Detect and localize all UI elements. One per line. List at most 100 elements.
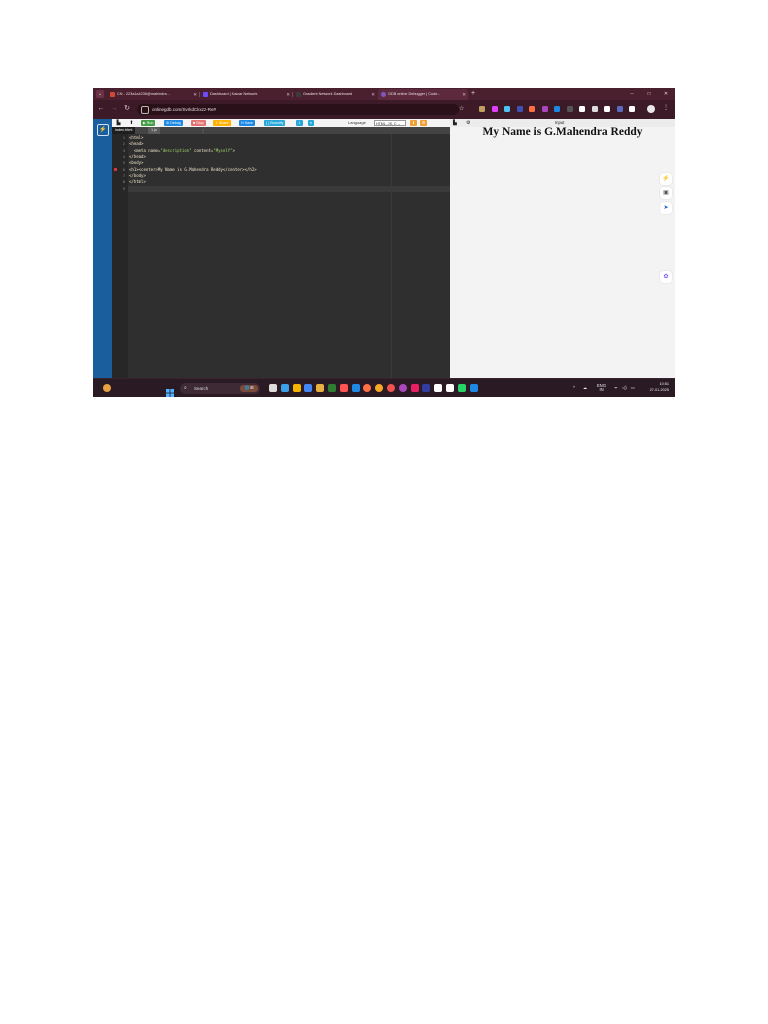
chrome-icon[interactable]: [387, 384, 395, 392]
send-icon[interactable]: ➤: [660, 202, 672, 214]
forward-icon[interactable]: →: [109, 104, 119, 114]
file-explorer-icon[interactable]: [269, 384, 277, 392]
chrome-icon[interactable]: [398, 384, 407, 392]
settings-gear-icon[interactable]: ⚙: [420, 120, 427, 126]
new-tab-button[interactable]: +: [471, 89, 479, 99]
download-menu-button[interactable]: ▾: [308, 120, 314, 126]
folder-icon[interactable]: [316, 384, 325, 392]
tab-kaizar-dashboard[interactable]: Dashboard | Kaizar Network ✕: [200, 89, 292, 100]
assistant-icon[interactable]: ✿: [660, 271, 672, 283]
maximize-button[interactable]: □: [644, 89, 654, 99]
site-info-icon[interactable]: [141, 106, 149, 114]
file-tab-index-html[interactable]: index.html: [112, 127, 136, 134]
extension-icon[interactable]: [491, 106, 498, 112]
office-icon[interactable]: [339, 384, 348, 392]
extension-icon[interactable]: [566, 106, 573, 112]
chrome-icon[interactable]: [375, 384, 384, 392]
code-editor[interactable]: 1 <html> 2 <head> 3 <meta name="description"…: [112, 134, 450, 378]
close-icon[interactable]: ✕: [371, 89, 375, 100]
gdb-icon: [381, 92, 386, 97]
close-icon[interactable]: ✕: [286, 89, 290, 100]
extension-icon[interactable]: [479, 106, 485, 112]
info-icon[interactable]: ℹ: [410, 120, 417, 126]
chrome-icon[interactable]: [363, 384, 372, 392]
line-number: 4: [122, 153, 125, 159]
file-tabs-menu-icon[interactable]: ⋮: [201, 127, 205, 134]
chrome-profile-icon[interactable]: [304, 384, 313, 392]
extension-icon[interactable]: [541, 106, 548, 112]
tab-gdb-online[interactable]: GDB online Debugger | Code... ✕: [378, 89, 468, 100]
close-window-button[interactable]: ✕: [661, 89, 671, 99]
app-icon[interactable]: [469, 384, 478, 392]
tab-search-icon[interactable]: ⌄: [96, 90, 104, 98]
minimize-button[interactable]: –: [627, 89, 637, 99]
code-line: <head>: [129, 141, 144, 147]
battery-icon[interactable]: ▭: [631, 384, 635, 392]
share-button[interactable]: ⇪ Share: [213, 120, 231, 126]
url-field[interactable]: onlinegdb.com/SvrkdCkxzz-Re#: [137, 104, 459, 115]
browser-menu-icon[interactable]: ⋮: [663, 104, 669, 111]
tab-gradient-dashboard[interactable]: Gradient Network Dashboard ✕: [293, 89, 377, 100]
extension-icon[interactable]: [591, 106, 598, 112]
code-line: </head>: [129, 153, 146, 159]
profile-avatar[interactable]: [647, 105, 655, 113]
extension-icon[interactable]: [516, 106, 523, 112]
debug-button[interactable]: ⚙ Debug: [164, 120, 183, 126]
search-highlight-badge: 🌐 ⊞: [240, 385, 258, 392]
extension-icon[interactable]: [554, 106, 560, 112]
close-icon[interactable]: ✕: [193, 89, 197, 100]
app-icon[interactable]: [434, 384, 443, 392]
volume-icon[interactable]: ◁): [622, 384, 627, 392]
tab-cn-mail[interactable]: CN - 223a1a4236@mahindra... ✕: [107, 89, 199, 100]
app-icon[interactable]: [422, 384, 431, 392]
sidebar-toggle-icon[interactable]: ⚡: [97, 124, 109, 136]
code-line: <meta name="description" content="Myself…: [129, 147, 235, 153]
extension-icon[interactable]: [579, 106, 585, 112]
extension-icon[interactable]: [604, 106, 610, 112]
file-tab-js[interactable]: 1.js: [148, 127, 160, 134]
tab-title: GDB online Debugger | Code...: [388, 92, 441, 96]
upload-icon[interactable]: ⬆: [128, 120, 135, 126]
save-button[interactable]: H Save: [239, 120, 255, 126]
extension-icon[interactable]: [629, 106, 635, 112]
tab-title: Dashboard | Kaizar Network: [210, 92, 258, 96]
rendered-heading: My Name is G.Mahendra Reddy: [482, 126, 643, 138]
language-indicator[interactable]: ENG IN: [597, 383, 606, 392]
extension-icon[interactable]: [529, 106, 535, 112]
whatsapp-icon[interactable]: [457, 384, 466, 392]
screenshot-icon[interactable]: ▣: [660, 187, 672, 199]
beautify-button[interactable]: { } Beautify: [264, 120, 286, 126]
back-icon[interactable]: ←: [96, 104, 106, 114]
download-button[interactable]: ⇩: [296, 120, 304, 126]
extension-icon[interactable]: [504, 106, 510, 112]
edge-icon[interactable]: [280, 384, 289, 392]
region-code: IN: [599, 387, 604, 392]
language-select[interactable]: HTML, JS, C ⌄: [374, 120, 406, 126]
code-line: <html>: [129, 134, 144, 140]
tray-chevron-icon[interactable]: ^: [573, 384, 575, 392]
run-button[interactable]: ▶ Run: [141, 120, 156, 126]
taskbar-search-input[interactable]: ⌕ Search 🌐 ⊞: [180, 383, 260, 394]
error-marker-icon[interactable]: [114, 167, 117, 171]
bookmark-star-icon[interactable]: ☆: [459, 105, 464, 112]
close-icon[interactable]: ✕: [462, 89, 466, 100]
reload-icon[interactable]: ↻: [122, 104, 132, 114]
line-number: 8: [122, 179, 125, 185]
extension-icon[interactable]: [616, 106, 623, 112]
search-placeholder: Search: [194, 386, 209, 391]
code-line: <h1><center>My Name is G.Mahendra Reddy<…: [129, 166, 257, 172]
wifi-icon[interactable]: ᯤ: [614, 384, 618, 392]
store-icon[interactable]: [328, 384, 336, 392]
notes-icon[interactable]: [446, 384, 454, 392]
stop-button[interactable]: ■ Stop: [191, 120, 206, 126]
widgets-icon[interactable]: [103, 384, 111, 392]
browser-tab-strip: ⌄ CN - 223a1a4236@mahindra... ✕ Dashboard…: [93, 88, 675, 100]
weather-cloud-icon[interactable]: ☁: [583, 384, 587, 392]
chrome-icon[interactable]: [292, 384, 301, 392]
settings-icon[interactable]: [351, 384, 360, 392]
translate-icon[interactable]: ⚡: [660, 173, 672, 185]
instagram-icon[interactable]: [410, 384, 419, 392]
start-windows-icon[interactable]: [166, 384, 174, 397]
system-clock[interactable]: 10:51 27-01-2025: [641, 382, 669, 393]
new-file-icon[interactable]: ▙: [115, 120, 122, 126]
